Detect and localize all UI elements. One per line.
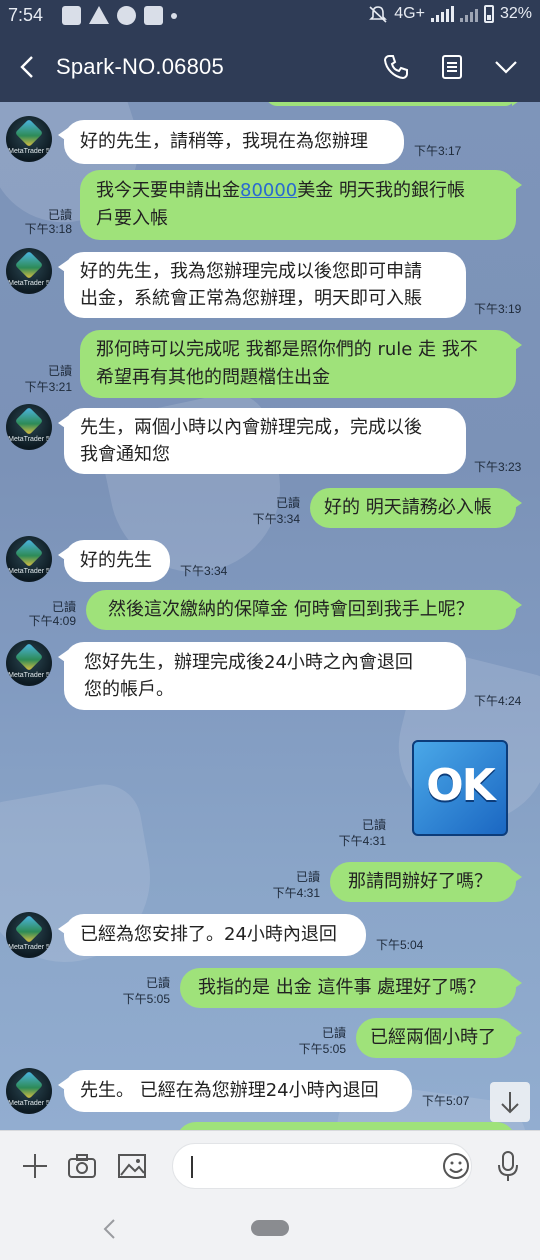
chevron-down-icon[interactable] xyxy=(491,52,521,82)
nav-home-button[interactable] xyxy=(251,1220,289,1236)
gallery-notification-icon xyxy=(62,6,81,25)
message-bubble-partial[interactable] xyxy=(266,102,522,106)
avatar[interactable]: MetaTrader 5 xyxy=(6,640,52,686)
scroll-to-bottom-button[interactable] xyxy=(490,1082,530,1122)
microphone-icon[interactable] xyxy=(494,1149,522,1183)
message-bubble-outgoing[interactable]: 已經兩個小時了 xyxy=(356,1018,522,1058)
system-nav-bar xyxy=(0,1200,540,1260)
notification-icons xyxy=(62,6,177,25)
message-bubble-incoming[interactable]: 先生。 已經在為您辦理24小時內退回 xyxy=(58,1070,412,1112)
avatar[interactable]: MetaTrader 5 xyxy=(6,248,52,294)
phone-icon[interactable] xyxy=(381,52,411,82)
signal-2-icon xyxy=(459,6,478,22)
read-receipt: 已讀 xyxy=(321,1026,346,1040)
more-notifications-icon xyxy=(171,13,177,19)
system-indicators: 4G+ 32% xyxy=(368,5,532,23)
message-bubble-outgoing[interactable]: 我指的是 出金 這件事 處理好了嗎？ xyxy=(180,968,522,1008)
avatar[interactable]: MetaTrader 5 xyxy=(6,536,52,582)
status-bar: 7:54 4G+ 32% xyxy=(0,0,540,32)
message-time: 下午3:21 xyxy=(24,380,72,394)
arrow-down-icon xyxy=(501,1092,519,1114)
read-receipt: 已讀 xyxy=(47,208,72,222)
chat-area[interactable]: MetaTrader 5 好的先生，請稍等，我現在為您辦理 下午3:17 我今天… xyxy=(0,102,540,1130)
message-time: 下午3:17 xyxy=(414,144,462,158)
message-time: 下午3:23 xyxy=(474,460,522,474)
message-time: 下午4:09 xyxy=(28,614,76,628)
mute-icon xyxy=(369,6,388,23)
avatar[interactable]: MetaTrader 5 xyxy=(6,1068,52,1114)
read-receipt: 已讀 xyxy=(295,870,320,884)
message-bubble-incoming[interactable]: 好的先生，請稍等，我現在為您辦理 xyxy=(58,120,404,164)
message-bubble-incoming[interactable]: 好的先生 xyxy=(58,540,170,582)
message-time: 下午3:34 xyxy=(180,564,228,578)
notes-icon[interactable] xyxy=(437,52,467,82)
chat-title: Spark-NO.06805 xyxy=(56,54,224,79)
plus-icon[interactable] xyxy=(20,1151,50,1181)
chat-header: Spark-NO.06805 xyxy=(0,32,540,102)
image-icon[interactable] xyxy=(116,1151,148,1181)
nav-back-icon[interactable] xyxy=(100,1216,120,1242)
read-receipt: 已讀 xyxy=(361,818,386,832)
message-time: 下午5:07 xyxy=(422,1094,470,1108)
message-bubble-incoming[interactable]: 好的先生，我為您辦理完成以後您即可申請 出金，系統會正常為您辦理，明天即可入賬 xyxy=(58,252,466,318)
message-input-bar xyxy=(0,1130,540,1200)
message-time: 下午3:19 xyxy=(474,302,522,316)
avatar[interactable]: MetaTrader 5 xyxy=(6,912,52,958)
message-time: 下午5:05 xyxy=(122,992,170,1006)
message-bubble-outgoing[interactable]: 那何時可以完成呢 我都是照你們的 rule 走 我不 希望再有其他的問題檔住出金 xyxy=(80,330,522,398)
message-bubble-outgoing[interactable]: 然後這次繳納的保障金 何時會回到我手上呢？ xyxy=(86,590,522,630)
message-time: 下午5:05 xyxy=(298,1042,346,1056)
message-bubble-incoming[interactable]: 已經為您安排了。24小時內退回 xyxy=(58,914,366,956)
battery-level: 32% xyxy=(499,5,532,22)
message-time: 下午5:04 xyxy=(376,938,424,952)
avatar[interactable]: MetaTrader 5 xyxy=(6,116,52,162)
chevron-left-icon[interactable] xyxy=(16,52,38,82)
battery-icon xyxy=(483,5,494,23)
signal-icon xyxy=(430,6,454,22)
message-time: 下午4:31 xyxy=(272,886,320,900)
read-receipt: 已讀 xyxy=(51,600,76,614)
amount-link[interactable]: 80000 xyxy=(240,180,297,201)
message-input[interactable] xyxy=(172,1143,472,1189)
message-bubble-outgoing[interactable]: 那請問辦好了嗎？ xyxy=(330,862,522,902)
message-bubble-incoming[interactable]: 您好先生，辦理完成後24小時之內會退回 您的帳戶。 xyxy=(58,642,466,710)
read-receipt: 已讀 xyxy=(145,976,170,990)
message-time: 下午3:34 xyxy=(252,512,300,526)
warning-notification-icon xyxy=(89,6,109,24)
app-notification-icon xyxy=(144,6,163,25)
message-bubble-partial[interactable] xyxy=(176,1122,516,1130)
emoji-icon[interactable] xyxy=(441,1151,471,1181)
message-bubble-outgoing[interactable]: 好的 明天請務必入帳 xyxy=(310,488,522,528)
facebook-notification-icon xyxy=(117,6,136,25)
ok-sticker[interactable]: OK xyxy=(412,740,508,836)
message-bubble-incoming[interactable]: 先生，兩個小時以內會辦理完成，完成以後 我會通知您 xyxy=(58,408,466,474)
read-receipt: 已讀 xyxy=(47,364,72,378)
message-time: 下午3:18 xyxy=(24,222,72,236)
message-bubble-outgoing[interactable]: 我今天要申請出金80000美金 明天我的銀行帳 戶要入帳 xyxy=(80,170,522,240)
message-time: 下午4:31 xyxy=(338,834,386,848)
read-receipt: 已讀 xyxy=(275,496,300,510)
avatar[interactable]: MetaTrader 5 xyxy=(6,404,52,450)
network-type: 4G+ xyxy=(394,5,425,22)
camera-icon[interactable] xyxy=(66,1151,98,1181)
message-time: 下午4:24 xyxy=(474,694,522,708)
status-time: 7:54 xyxy=(8,5,44,25)
